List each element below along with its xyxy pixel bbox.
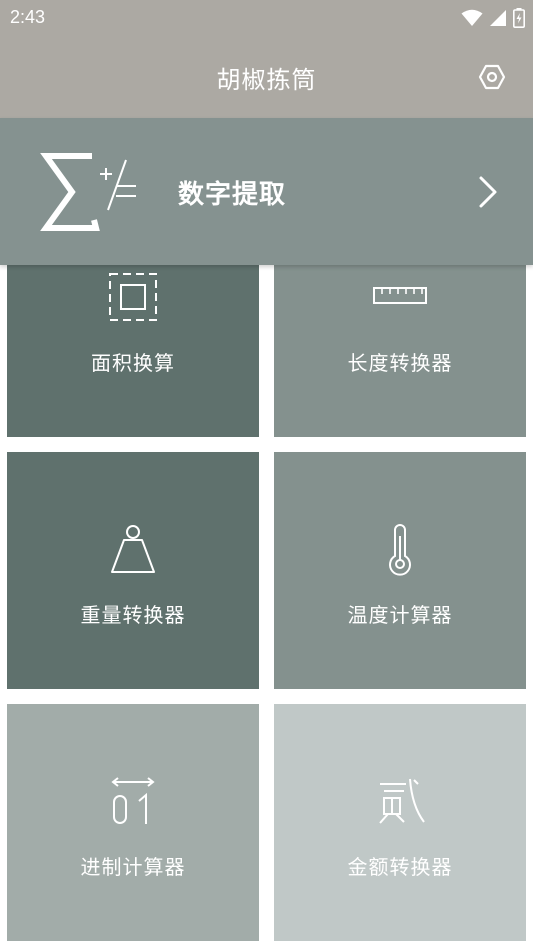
tile-label: 面积换算 — [91, 351, 175, 375]
yuan-icon — [379, 778, 425, 824]
binary-icon — [111, 777, 155, 824]
signal-icon — [490, 10, 506, 26]
app-bar: 胡椒拣筒 — [0, 36, 533, 118]
area-icon — [109, 273, 157, 321]
chevron-right-icon — [479, 176, 497, 208]
tile-label: 温度计算器 — [347, 603, 453, 627]
banner-label: 数字提取 — [178, 180, 287, 210]
tile-label: 进制计算器 — [80, 855, 186, 879]
tile-weight[interactable]: 重量转换器 — [7, 452, 259, 689]
tile-label: 金额转换器 — [347, 855, 453, 879]
number-extract-banner[interactable]: 数字提取 — [0, 118, 533, 265]
tile-label: 长度转换器 — [347, 351, 453, 375]
battery-charging-icon — [513, 8, 525, 28]
tile-label: 重量转换器 — [80, 603, 186, 627]
weight-icon — [111, 525, 155, 573]
app-screen: 2:43 胡椒拣筒 面积换算 长度转换器 重量转换器 温度计算器 进制计算器 金… — [0, 0, 533, 949]
status-bar: 2:43 — [0, 0, 533, 36]
sigma-math-icon — [40, 153, 136, 231]
wifi-icon — [461, 9, 483, 26]
tile-amount[interactable]: 金额转换器 — [274, 704, 526, 941]
settings-button[interactable] — [477, 62, 507, 92]
ruler-icon — [373, 287, 427, 304]
settings-hex-icon — [478, 64, 506, 90]
status-icons — [461, 8, 525, 28]
tile-temperature[interactable]: 温度计算器 — [274, 452, 526, 689]
status-time: 2:43 — [10, 7, 46, 27]
app-title: 胡椒拣筒 — [216, 66, 317, 94]
tile-binary[interactable]: 进制计算器 — [7, 704, 259, 941]
thermometer-icon — [389, 524, 411, 576]
